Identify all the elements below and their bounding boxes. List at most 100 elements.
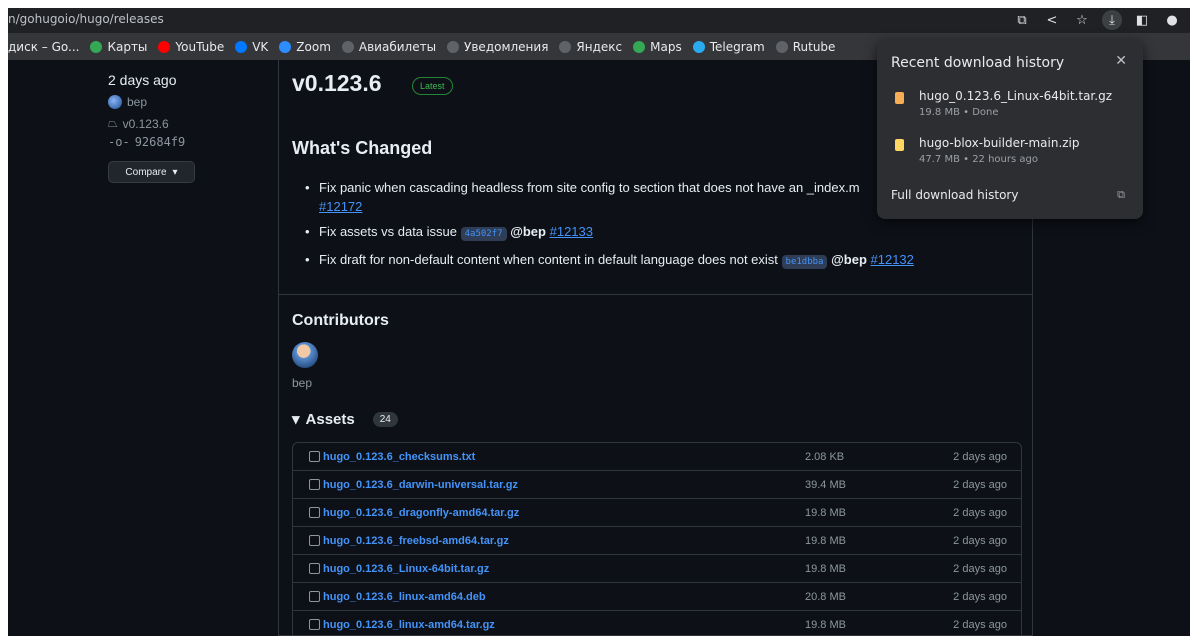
bookmark-item[interactable]: Zoom bbox=[279, 40, 331, 54]
assets-count-badge: 24 bbox=[372, 411, 398, 427]
package-icon bbox=[309, 535, 320, 546]
author[interactable]: bep bbox=[108, 95, 218, 109]
asset-date: 2 days ago bbox=[953, 506, 1007, 519]
share-icon[interactable]: < bbox=[1042, 10, 1062, 30]
full-history-link[interactable]: Full download history bbox=[891, 188, 1018, 202]
asset-name-text: hugo_0.123.6_darwin-universal.tar.gz bbox=[323, 478, 519, 491]
contributor-avatar[interactable] bbox=[292, 342, 318, 368]
commit[interactable]: -o- 92684f9 bbox=[108, 135, 218, 149]
asset-date: 2 days ago bbox=[953, 534, 1007, 547]
asset-link[interactable]: hugo_0.123.6_Linux-64bit.tar.gz bbox=[309, 563, 489, 575]
release-title[interactable]: v0.123.6 bbox=[292, 70, 382, 97]
issue-link[interactable]: #12133 bbox=[550, 224, 593, 239]
bookmark-favicon-icon bbox=[775, 40, 788, 53]
install-icon[interactable]: ⧉ bbox=[1012, 10, 1032, 30]
bookmark-favicon-icon bbox=[279, 40, 292, 53]
asset-row: hugo_0.123.6_linux-amd64.tar.gz 19.8 MB 2 … bbox=[293, 611, 1021, 636]
changes-heading: What's Changed bbox=[292, 138, 433, 158]
asset-link[interactable]: hugo_0.123.6_darwin-universal.tar.gz bbox=[309, 479, 518, 491]
change-item: Fix assets vs data issue 4a502f7 @bep #1… bbox=[305, 222, 1025, 244]
bookmark-item[interactable]: VK bbox=[235, 40, 268, 54]
commit-sha[interactable]: 92684f9 bbox=[135, 135, 186, 149]
open-external-icon[interactable]: ⧉ bbox=[1117, 188, 1125, 202]
bookmark-star-icon[interactable]: ☆ bbox=[1072, 10, 1092, 30]
bookmark-item[interactable]: Уведомления bbox=[447, 40, 548, 54]
commit-sha-link[interactable]: 4a502f7 bbox=[460, 227, 507, 241]
tag-icon: ⏢ bbox=[108, 116, 118, 130]
issue-link[interactable]: #12132 bbox=[871, 252, 914, 267]
asset-name-text: hugo_0.123.6_Linux-64bit.tar.gz bbox=[323, 562, 490, 575]
user-mention[interactable]: @bep bbox=[510, 224, 546, 239]
bookmark-item[interactable]: диск – Go... bbox=[8, 40, 79, 54]
bookmark-item[interactable]: Rutube bbox=[775, 39, 836, 54]
asset-row: hugo_0.123.6_freebsd-amd64.tar.gz 19.8 MB… bbox=[293, 527, 1021, 555]
commit-sha-link[interactable]: be1dbba bbox=[781, 255, 828, 269]
bookmark-label: Карты bbox=[107, 39, 148, 54]
package-icon bbox=[309, 563, 320, 574]
bookmark-favicon-icon bbox=[447, 40, 460, 53]
asset-size: 19.8 MB bbox=[805, 618, 846, 631]
asset-date: 2 days ago bbox=[953, 450, 1007, 463]
latest-badge: Latest bbox=[412, 77, 453, 95]
archive-file-icon bbox=[895, 139, 904, 151]
asset-date: 2 days ago bbox=[953, 562, 1007, 575]
bookmark-favicon-icon bbox=[235, 40, 248, 53]
asset-name-text: hugo_0.123.6_linux-amd64.deb bbox=[323, 590, 486, 603]
asset-row: hugo_0.123.6_darwin-universal.tar.gz 39.4… bbox=[293, 471, 1021, 499]
release-sidebar: 2 days ago bep ⏢ v0.123.6 -o- 92684f9 Co… bbox=[108, 72, 218, 183]
bookmark-label: Уведомления bbox=[464, 39, 549, 54]
author-avatar-icon bbox=[108, 95, 122, 109]
asset-size: 19.8 MB bbox=[805, 506, 846, 519]
bookmark-label: Telegram bbox=[709, 39, 765, 54]
toolbar-icons: ⧉ < ☆ ⤓ ◧ ● bbox=[1012, 10, 1182, 30]
bookmark-label: диск – Go... bbox=[8, 39, 80, 54]
address-bar[interactable]: n/gohugoio/hugo/releases ⧉ < ☆ ⤓ ◧ ● bbox=[8, 8, 1190, 33]
popup-title: Recent download history bbox=[891, 55, 1065, 71]
asset-date: 2 days ago bbox=[953, 478, 1007, 491]
tag-label[interactable]: v0.123.6 bbox=[123, 117, 169, 131]
bookmark-item[interactable]: Карты bbox=[90, 40, 147, 54]
bookmark-item[interactable]: Maps bbox=[633, 40, 682, 54]
profile-avatar-icon[interactable]: ● bbox=[1162, 10, 1182, 30]
bookmark-item[interactable]: Яндекс bbox=[559, 40, 622, 54]
assets-heading: Assets bbox=[305, 410, 355, 428]
assets-toggle[interactable]: ▾ Assets 24 bbox=[292, 410, 398, 428]
tag[interactable]: ⏢ v0.123.6 bbox=[108, 116, 218, 131]
bookmark-label: YouTube bbox=[175, 39, 225, 54]
compare-button[interactable]: Compare ▾ bbox=[108, 161, 195, 183]
assets-table: hugo_0.123.6_checksums.txt 2.08 KB 2 days … bbox=[292, 442, 1022, 636]
change-text: Fix assets vs data issue bbox=[319, 224, 461, 239]
user-mention[interactable]: @bep bbox=[831, 252, 867, 267]
bookmark-item[interactable]: YouTube bbox=[158, 40, 224, 54]
contributors-heading: Contributors bbox=[292, 312, 389, 329]
compare-label: Compare bbox=[125, 166, 167, 178]
download-filename[interactable]: hugo_0.123.6_Linux-64bit.tar.gz bbox=[919, 89, 1112, 103]
asset-row: hugo_0.123.6_Linux-64bit.tar.gz 19.8 MB 2 … bbox=[293, 555, 1021, 583]
url-text[interactable]: n/gohugoio/hugo/releases bbox=[8, 12, 164, 26]
chevron-down-icon: ▾ bbox=[172, 166, 178, 178]
asset-link[interactable]: hugo_0.123.6_linux-amd64.tar.gz bbox=[309, 619, 495, 631]
download-icon[interactable]: ⤓ bbox=[1102, 10, 1122, 30]
asset-name-text: hugo_0.123.6_dragonfly-amd64.tar.gz bbox=[323, 506, 520, 519]
divider bbox=[279, 294, 1032, 295]
contributor-name[interactable]: bep bbox=[292, 376, 312, 390]
download-meta: 47.7 MB • 22 hours ago bbox=[919, 154, 1038, 165]
asset-size: 2.08 KB bbox=[805, 450, 845, 463]
download-meta: 19.8 MB • Done bbox=[919, 107, 999, 118]
author-name[interactable]: bep bbox=[127, 95, 147, 109]
sidepanel-icon[interactable]: ◧ bbox=[1132, 10, 1152, 30]
bookmark-label: Rutube bbox=[792, 39, 836, 54]
bookmark-item[interactable]: Telegram bbox=[692, 39, 765, 54]
asset-link[interactable]: hugo_0.123.6_freebsd-amd64.tar.gz bbox=[309, 535, 509, 547]
asset-link[interactable]: hugo_0.123.6_checksums.txt bbox=[309, 451, 475, 463]
package-icon bbox=[309, 591, 320, 602]
bookmark-label: Яндекс bbox=[576, 39, 623, 54]
issue-link[interactable]: #12172 bbox=[319, 199, 362, 214]
asset-link[interactable]: hugo_0.123.6_dragonfly-amd64.tar.gz bbox=[309, 507, 519, 519]
close-icon[interactable]: ✕ bbox=[1115, 53, 1127, 69]
bookmark-favicon-icon bbox=[692, 40, 705, 53]
bookmark-item[interactable]: Авиабилеты bbox=[341, 40, 436, 54]
download-filename[interactable]: hugo-blox-builder-main.zip bbox=[919, 136, 1080, 150]
bookmark-favicon-icon bbox=[158, 40, 171, 53]
asset-link[interactable]: hugo_0.123.6_linux-amd64.deb bbox=[309, 591, 486, 603]
